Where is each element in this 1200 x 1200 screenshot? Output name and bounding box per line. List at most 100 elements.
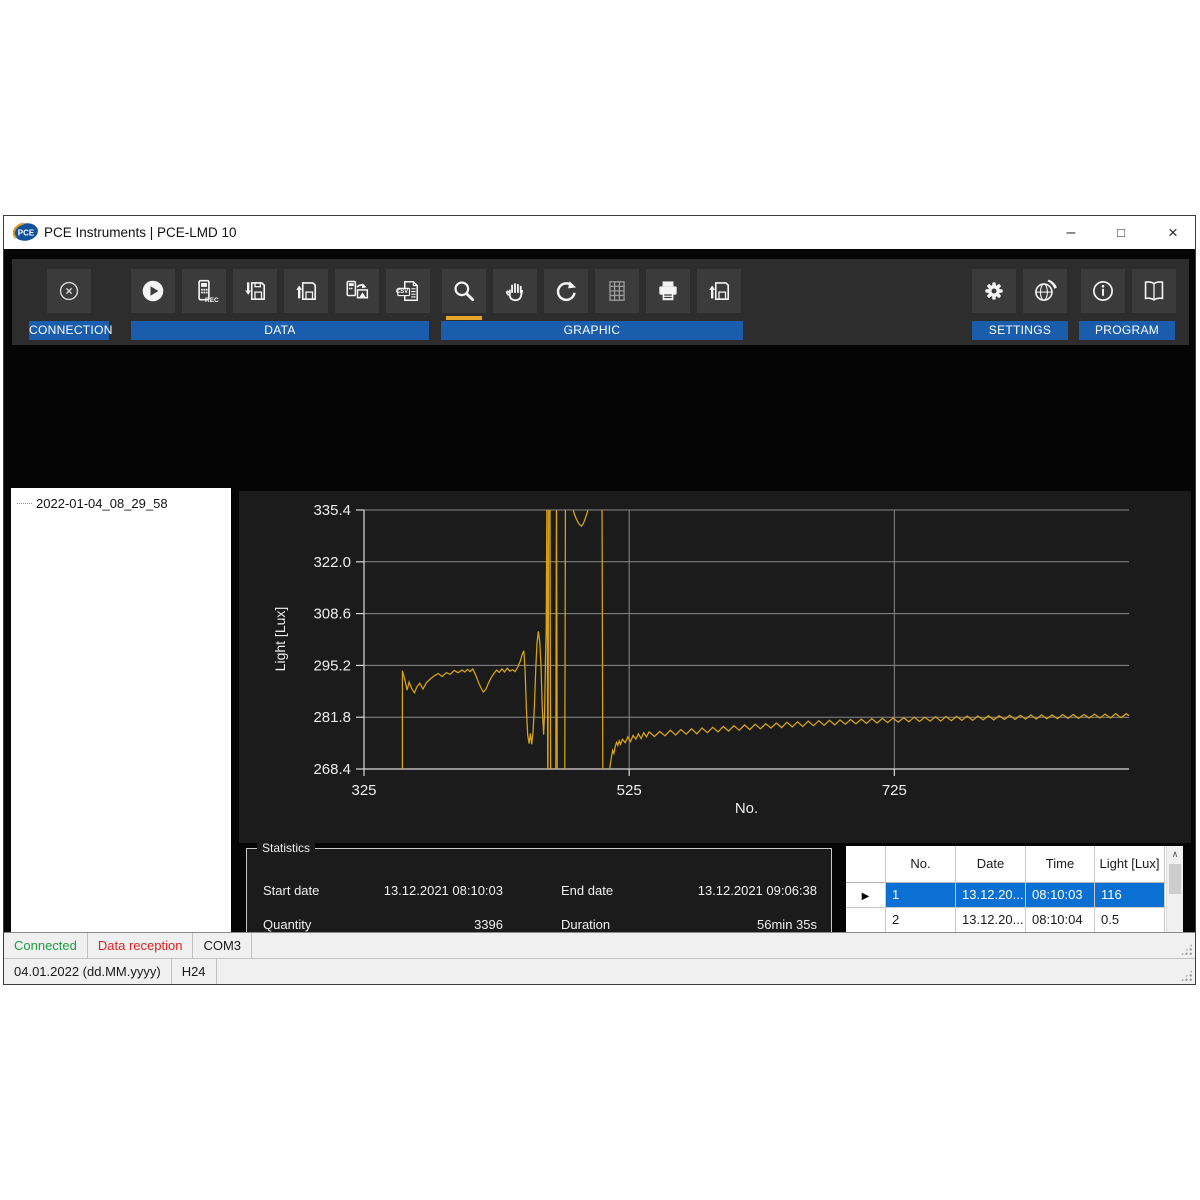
stat-value: 22.6 <box>681 985 817 986</box>
table-cell[interactable]: 08:10:04 <box>1026 908 1095 933</box>
device-record-button[interactable]: REC <box>182 269 226 313</box>
table-header-light[interactable]: Light [Lux] <box>1095 846 1165 883</box>
selected-row-arrow-icon: ▶ <box>862 891 870 902</box>
disconnect-button[interactable] <box>47 269 91 313</box>
hand-icon <box>502 278 528 304</box>
window-title: PCE Instruments | PCE-LMD 10 <box>44 216 237 249</box>
settings-button[interactable] <box>972 269 1016 313</box>
transfer-view-button[interactable] <box>335 269 379 313</box>
table-header-row: No. Date Time Light [Lux] <box>846 846 1183 883</box>
table-cell[interactable]: 13.12.20... <box>956 883 1026 908</box>
grid-toggle-button[interactable] <box>595 269 639 313</box>
statistics-title: Statistics <box>257 841 315 855</box>
minimize-button[interactable]: – <box>1048 216 1094 249</box>
save-download-icon <box>242 278 268 304</box>
stat-label: Std. Dev. <box>561 985 681 986</box>
reset-rotate-icon <box>553 278 579 304</box>
row-selector-cell[interactable]: ▶ <box>846 883 886 908</box>
toolbar-group-label-data: DATA <box>131 321 429 340</box>
info-button[interactable] <box>1081 269 1125 313</box>
table-cell[interactable]: 116 <box>1095 883 1165 908</box>
maximize-button[interactable]: □ <box>1098 216 1144 249</box>
table-cell[interactable]: 1 <box>886 883 956 908</box>
toolbar-group-label-settings: SETTINGS <box>972 321 1068 340</box>
table-header-date[interactable]: Date <box>956 846 1026 883</box>
read-data-button[interactable] <box>131 269 175 313</box>
grid-icon <box>604 278 630 304</box>
status-item: Data reception <box>88 933 194 958</box>
svg-text:525: 525 <box>617 782 642 799</box>
status-item: Connected <box>4 933 88 958</box>
stat-label: Duration <box>561 917 681 932</box>
status-bar-connection: ConnectedData receptionCOM3 <box>4 932 1195 958</box>
stat-value: 13.12.2021 08:10:03 <box>383 883 503 898</box>
svg-text:335.4: 335.4 <box>313 502 351 519</box>
csv-file-icon <box>395 278 421 304</box>
load-data-button[interactable] <box>284 269 328 313</box>
stat-label: Average <box>263 985 383 986</box>
reset-view-button[interactable] <box>544 269 588 313</box>
stat-label: Start date <box>263 883 383 898</box>
table-row[interactable]: 213.12.20...08:10:040.5 <box>846 908 1183 933</box>
tree-branch-dots <box>17 503 32 504</box>
toolbar: REC <box>4 249 1195 346</box>
statistics-row: Start date13.12.2021 08:10:03End date13.… <box>247 873 831 907</box>
table-row[interactable]: ▶ 113.12.20...08:10:03116 <box>846 883 1183 908</box>
close-button[interactable]: × <box>1150 216 1196 249</box>
stat-value: 56min 35s <box>681 917 817 932</box>
table-header-no[interactable]: No. <box>886 846 956 883</box>
active-tool-underline <box>446 316 482 320</box>
datalogger-rec-icon <box>191 278 217 304</box>
toolbar-group-label-graphic: GRAPHIC <box>441 321 743 340</box>
status-item: 04.01.2022 (dd.MM.yyyy) <box>4 959 172 984</box>
table-cell[interactable]: 08:10:03 <box>1026 883 1095 908</box>
svg-text:295.2: 295.2 <box>313 657 351 674</box>
app-window: PCE PCE Instruments | PCE-LMD 10 – □ × <box>3 215 1196 985</box>
disconnect-icon <box>56 278 82 304</box>
save-graphic-button[interactable] <box>697 269 741 313</box>
title-bar[interactable]: PCE PCE Instruments | PCE-LMD 10 – □ × <box>4 216 1195 249</box>
toolbar-group-label-connection: CONNECTION <box>29 321 109 340</box>
table-cell[interactable]: 0.5 <box>1095 908 1165 933</box>
resize-grip-icon <box>1180 969 1193 982</box>
play-icon <box>140 278 166 304</box>
content-area: 2022-01-04_08_29_58 335.4 322.0 308.6 295.2… <box>4 346 1195 932</box>
printer-icon <box>655 278 681 304</box>
svg-text:325: 325 <box>351 782 376 799</box>
save-upload-icon <box>293 278 319 304</box>
print-button[interactable] <box>646 269 690 313</box>
svg-text:322.0: 322.0 <box>313 554 351 571</box>
svg-text:268.4: 268.4 <box>313 761 351 778</box>
svg-text:725: 725 <box>882 782 907 799</box>
app-logo-icon: PCE <box>13 221 39 243</box>
table-cell[interactable]: 13.12.20... <box>956 908 1026 933</box>
save-image-icon <box>706 278 732 304</box>
stat-value: 285.2 <box>383 985 503 986</box>
export-csv-button[interactable]: CSV <box>386 269 430 313</box>
language-button[interactable] <box>1023 269 1067 313</box>
tree-item-measurement[interactable]: 2022-01-04_08_29_58 <box>11 488 231 511</box>
table-header-time[interactable]: Time <box>1026 846 1095 883</box>
svg-text:PCE: PCE <box>18 229 35 238</box>
y-axis-label: Light [Lux] <box>272 607 288 672</box>
status-item: COM3 <box>193 933 252 958</box>
scrollbar-thumb[interactable] <box>1169 864 1181 894</box>
table-header-rowselector <box>846 846 886 883</box>
chart-panel[interactable]: 335.4322.0308.6295.2281.8268.4325525725N… <box>239 491 1191 843</box>
manual-button[interactable] <box>1132 269 1176 313</box>
globe-icon <box>1032 278 1058 304</box>
resize-grip-icon <box>1180 943 1193 956</box>
table-cell[interactable]: 2 <box>886 908 956 933</box>
magnifier-icon <box>451 278 477 304</box>
pan-tool-button[interactable] <box>493 269 537 313</box>
measurement-tree: 2022-01-04_08_29_58 <box>11 488 231 985</box>
scroll-up-icon[interactable]: ∧ <box>1167 846 1183 862</box>
save-data-button[interactable] <box>233 269 277 313</box>
light-chart[interactable]: 335.4322.0308.6295.2281.8268.4325525725N… <box>239 491 1191 843</box>
zoom-tool-button[interactable] <box>442 269 486 313</box>
info-icon <box>1090 278 1116 304</box>
row-selector-cell[interactable] <box>846 908 886 933</box>
stat-value: 13.12.2021 09:06:38 <box>681 883 817 898</box>
svg-text:308.6: 308.6 <box>313 606 351 623</box>
device-to-screen-icon <box>344 278 370 304</box>
